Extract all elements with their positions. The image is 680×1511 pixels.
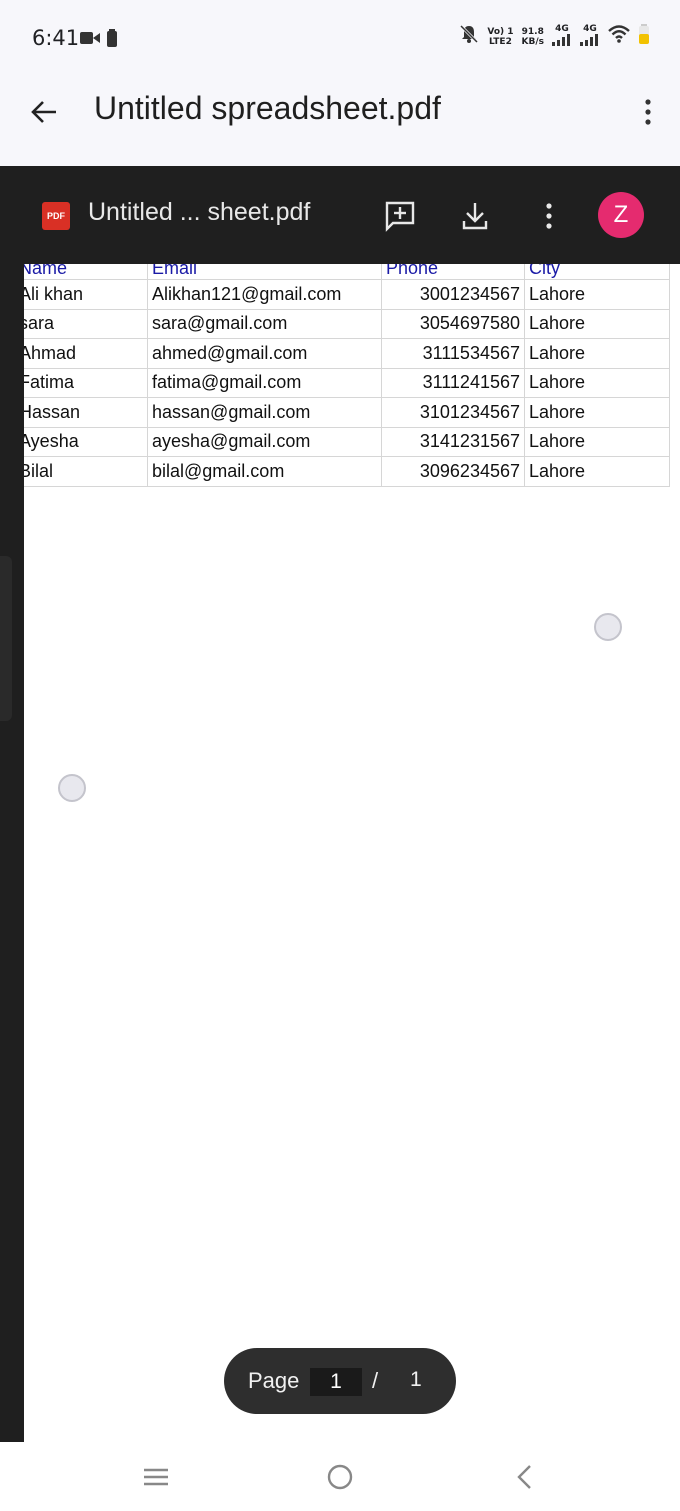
cell-city: Lahore [524, 367, 670, 398]
column-header-phone: Phone [381, 264, 525, 280]
cell-phone: 3141231567 [381, 426, 525, 457]
column-header-name: Name [24, 264, 148, 280]
cell-phone: 3111241567 [381, 367, 525, 398]
status-bar: 6:41 Vo) 1 LTE2 91.8 KB/s 4G 4G [0, 0, 680, 76]
cell-city: Lahore [524, 338, 670, 369]
cell-email: ayesha@gmail.com [147, 426, 382, 457]
system-nav-bar [0, 1442, 680, 1511]
page-indicator[interactable]: Page 1 / 1 [224, 1348, 456, 1414]
network-speed-unit: KB/s [521, 36, 544, 47]
table-row: Ali khan Alikhan121@gmail.com 3001234567… [24, 279, 670, 310]
pdf-page: Name Email Phone City Ali khan Alikhan12… [24, 264, 680, 1442]
cell-city: Lahore [524, 426, 670, 457]
cell-email: Alikhan121@gmail.com [147, 279, 382, 310]
cell-name: Bilal [24, 456, 148, 487]
back-nav-icon[interactable] [504, 1460, 544, 1494]
lte-label: LTE2 [489, 36, 512, 47]
cell-name: Ali khan [24, 279, 148, 310]
cell-phone: 3054697580 [381, 308, 525, 339]
app-bar: Untitled spreadsheet.pdf [0, 76, 680, 166]
signal-icon [552, 34, 570, 46]
table-row: Hassan hassan@gmail.com 3101234567 Lahor… [24, 397, 670, 428]
pdf-file-icon: PDF [42, 202, 70, 230]
volte-label: Vo) 1 [487, 26, 514, 37]
pdf-viewer: PDF Untitled ... sheet.pdf Z Name Email … [0, 166, 680, 1442]
table-header-row: Name Email Phone City [24, 264, 670, 280]
network-type-1: 4G [555, 24, 569, 34]
selection-handle-end[interactable] [594, 613, 622, 641]
network-type-2: 4G [583, 24, 597, 34]
cell-phone: 3001234567 [381, 279, 525, 310]
spreadsheet-table: Name Email Phone City Ali khan Alikhan12… [24, 264, 670, 487]
cell-name: Hassan [24, 397, 148, 428]
table-row: Ayesha ayesha@gmail.com 3141231567 Lahor… [24, 426, 670, 457]
cell-phone: 3096234567 [381, 456, 525, 487]
recent-apps-icon[interactable] [136, 1460, 176, 1494]
cell-name: Fatima [24, 367, 148, 398]
signal-icon [580, 34, 598, 46]
battery-small-icon [106, 29, 118, 52]
wifi-icon [608, 25, 630, 48]
account-avatar[interactable]: Z [598, 192, 644, 238]
total-pages: 1 [410, 1368, 422, 1391]
viewer-toolbar: PDF Untitled ... sheet.pdf Z [0, 166, 680, 264]
cell-email: bilal@gmail.com [147, 456, 382, 487]
side-scroll-rail[interactable] [0, 556, 12, 721]
home-icon[interactable] [320, 1460, 360, 1494]
page-label: Page [248, 1368, 300, 1393]
viewer-file-title: Untitled ... sheet.pdf [88, 198, 311, 226]
download-icon[interactable] [455, 196, 495, 236]
table-row: Fatima fatima@gmail.com 3111241567 Lahor… [24, 367, 670, 398]
cell-email: ahmed@gmail.com [147, 338, 382, 369]
cell-email: hassan@gmail.com [147, 397, 382, 428]
cell-city: Lahore [524, 308, 670, 339]
cell-email: fatima@gmail.com [147, 367, 382, 398]
cell-phone: 3101234567 [381, 397, 525, 428]
column-header-city: City [524, 264, 670, 280]
table-row: Bilal bilal@gmail.com 3096234567 Lahore [24, 456, 670, 487]
more-vert-icon[interactable] [529, 196, 569, 236]
cell-name: Ahmad [24, 338, 148, 369]
page-separator: / [372, 1368, 379, 1393]
page-title: Untitled spreadsheet.pdf [94, 90, 441, 126]
video-camera-icon [80, 31, 100, 50]
mute-bell-icon [459, 24, 479, 49]
cell-name: sara [24, 308, 148, 339]
back-arrow-icon[interactable] [24, 92, 64, 132]
network-speed: 91.8 [521, 26, 544, 37]
cell-email: sara@gmail.com [147, 308, 382, 339]
table-row: sara sara@gmail.com 3054697580 Lahore [24, 308, 670, 339]
battery-icon [638, 24, 650, 49]
cell-city: Lahore [524, 456, 670, 487]
cell-city: Lahore [524, 279, 670, 310]
add-comment-icon[interactable] [380, 196, 420, 236]
cell-city: Lahore [524, 397, 670, 428]
current-page-field[interactable]: 1 [310, 1368, 362, 1396]
cell-name: Ayesha [24, 426, 148, 457]
cell-phone: 3111534567 [381, 338, 525, 369]
selection-handle-start[interactable] [58, 774, 86, 802]
more-vert-icon[interactable] [638, 92, 658, 132]
table-row: Ahmad ahmed@gmail.com 3111534567 Lahore [24, 338, 670, 369]
column-header-email: Email [147, 264, 382, 280]
status-time: 6:41 [32, 26, 80, 50]
